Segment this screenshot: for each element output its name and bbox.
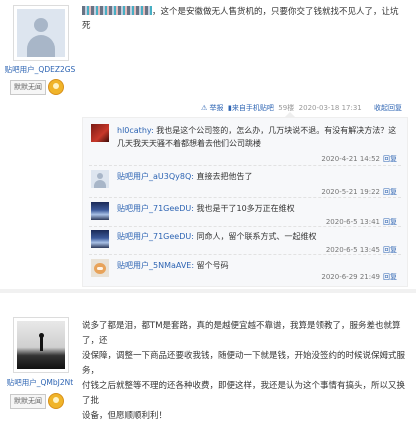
post-content-line: 没保障，调整一下商品还要收我钱，随便动一下就是钱，开始没签约的时候说保姆式服务， xyxy=(82,351,406,376)
post-time: 2020-03-18 17:31 xyxy=(298,104,362,112)
mobile-tieba-link[interactable]: 来自手机贴吧 xyxy=(232,104,274,112)
commenter-nick[interactable]: 贴吧用户_71GeeDU: xyxy=(117,232,194,241)
post-floor-59: 贴吧用户_QDEZ2GS 默默无闻 ，这个是安徽做无人售货机的，只要你交了钱就找… xyxy=(0,0,416,290)
reply-link[interactable]: 回复 xyxy=(383,218,397,226)
commenter-avatar[interactable] xyxy=(91,202,109,220)
sub-reply-text: hl0cathy: 我也是这个公司签的，怎么办，几万块说不退。有没有解决方法？这… xyxy=(117,124,397,150)
sub-reply-item: 贴吧用户_5NMaAVE: 留个号码 2020-6-29 21:49 回复 xyxy=(91,259,401,285)
level-badge[interactable]: 默默无闻 xyxy=(10,393,70,409)
avatar[interactable] xyxy=(13,317,69,373)
level-badge-label: 默默无闻 xyxy=(10,394,46,409)
commenter-nick[interactable]: 贴吧用户_5NMaAVE: xyxy=(117,261,194,270)
medal-icon xyxy=(48,393,64,409)
post-content: 说多了都是泪，都TM是套路，真的是越便宜越不靠谱，我算是领教了，服务差也就算了，… xyxy=(82,319,408,424)
commenter-nick[interactable]: hl0cathy: xyxy=(117,126,154,135)
post-content-line1: ，这个是安徽做无人售货机的，只要你交了钱就找不见人了，让坑 xyxy=(152,7,399,17)
reply-link[interactable]: 回复 xyxy=(383,188,397,196)
post-floor-next: 贴吧用户_QMbJ2Nt 默默无闻 说多了都是泪，都TM是套路，真的是越便宜越不… xyxy=(0,293,416,421)
reply-link[interactable]: 回复 xyxy=(383,155,397,163)
commenter-avatar[interactable] xyxy=(91,230,109,248)
sub-reply-text: 贴吧用户_71GeeDU: 我也是干了10多万正在维权 xyxy=(117,202,397,215)
comment-time: 2020-5-21 19:22 回复 xyxy=(321,188,397,196)
comment-time: 2020-4-21 14:52 回复 xyxy=(321,155,397,163)
comment-body-line2: 几天我天天骚不着都想着去他们公司跳楼 xyxy=(117,139,261,148)
post-content-line: 说多了都是泪，都TM是套路，真的是越便宜越不靠谱，我算是领教了，服务差也就算了，… xyxy=(82,321,401,346)
floor-number: 59楼 xyxy=(278,104,295,112)
redacted-text xyxy=(82,6,152,15)
reply-link[interactable]: 回复 xyxy=(383,273,397,281)
author-username[interactable]: 贴吧用户_QDEZ2GS xyxy=(0,64,80,75)
post-meta: ⚠ 举报 ▮来自手机贴吧 59楼 2020-03-18 17:31 收起回复 xyxy=(201,103,402,113)
author-username[interactable]: 贴吧用户_QMbJ2Nt xyxy=(0,377,80,388)
sub-reply-text: 贴吧用户_71GeeDU: 同命人，留个联系方式、一起维权 xyxy=(117,230,397,243)
comment-body: 同命人，留个联系方式、一起维权 xyxy=(193,232,317,241)
post-content-line: 付钱之后就整等不理的还各种收费，即便这样，我还是认为这个事情有搞头，所以又换了批 xyxy=(82,381,406,406)
reply-link[interactable]: 回复 xyxy=(383,246,397,254)
commenter-nick[interactable]: 贴吧用户_71GeeDU: xyxy=(117,204,194,213)
sub-reply-text: 贴吧用户_aU3Qy8Q: 直接去把他告了 xyxy=(117,170,397,183)
post-content-line: 设备，但愿顺顺利利！ xyxy=(82,411,168,421)
comment-body: 我也是干了10多万正在维权 xyxy=(193,204,295,213)
default-avatar-icon xyxy=(17,9,65,57)
sub-reply-text: 贴吧用户_5NMaAVE: 留个号码 xyxy=(117,259,397,272)
sub-reply-item: 贴吧用户_aU3Qy8Q: 直接去把他告了 2020-5-21 19:22 回复 xyxy=(91,170,401,200)
comment-body: 直接去把他告了 xyxy=(193,172,253,181)
comment-body: 留个号码 xyxy=(194,261,229,270)
divider xyxy=(89,197,401,199)
comment-body: 我也是这个公司签的，怎么办，几万块说不退。有没有解决方法？这 xyxy=(153,126,397,135)
medal-icon xyxy=(48,79,64,95)
commenter-avatar[interactable] xyxy=(91,170,109,188)
level-badge[interactable]: 默默无闻 xyxy=(10,79,70,95)
commenter-nick[interactable]: 贴吧用户_aU3Qy8Q: xyxy=(117,172,194,181)
divider xyxy=(89,165,401,167)
silhouette-avatar-icon xyxy=(17,321,65,369)
sub-reply-list: hl0cathy: 我也是这个公司签的，怎么办，几万块说不退。有没有解决方法？这… xyxy=(82,117,408,287)
divider xyxy=(89,226,401,228)
avatar[interactable] xyxy=(13,5,69,61)
post-content: ，这个是安徽做无人售货机的，只要你交了钱就找不见人了，让坑 死 xyxy=(82,5,400,33)
divider xyxy=(89,254,401,256)
commenter-avatar[interactable] xyxy=(91,259,109,277)
report-link[interactable]: 举报 xyxy=(210,104,224,112)
sub-reply-item: hl0cathy: 我也是这个公司签的，怎么办，几万块说不退。有没有解决方法？这… xyxy=(91,124,401,168)
warning-icon: ⚠ xyxy=(201,104,208,112)
collapse-reply-button[interactable]: 收起回复 xyxy=(374,104,402,112)
post-content-line2: 死 xyxy=(82,21,91,31)
comment-time: 2020-6-29 21:49 回复 xyxy=(321,273,397,281)
commenter-avatar[interactable] xyxy=(91,124,109,142)
level-badge-label: 默默无闻 xyxy=(10,80,46,95)
